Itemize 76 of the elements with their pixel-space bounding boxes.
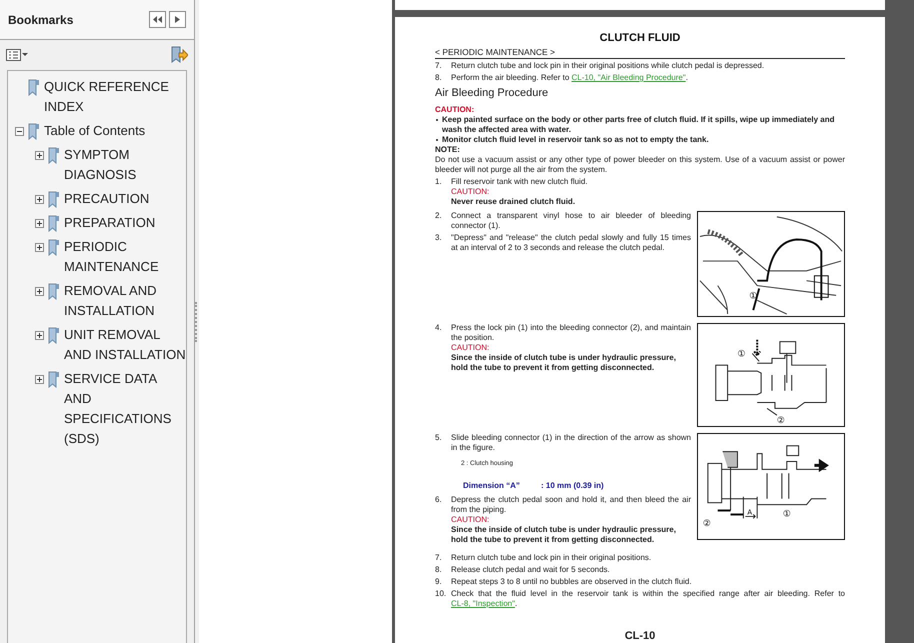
step-text: Fill reservoir tank with new clutch fluid. xyxy=(451,177,588,187)
page-number: CL-10 xyxy=(624,630,656,643)
expander-toggle[interactable] xyxy=(15,127,24,136)
step-text: Connect a transparent vinyl hose to air bleeder of bleeding connector (1). xyxy=(451,211,691,231)
section-heading: Air Bleeding Procedure xyxy=(435,86,550,100)
bookmark-item[interactable]: PRECAUTION xyxy=(64,189,150,209)
caution-text: Since the inside of clutch tube is under hydraulic pressure, hold the tube to prevent it from getting disconnected. xyxy=(451,353,677,373)
step-text: Repeat steps 3 to 8 until no bubbles are observed in the clutch fluid. xyxy=(451,577,693,587)
bookmark-item[interactable]: PREPARATION xyxy=(64,213,156,233)
step-text: Return clutch tube and lock pin in their original positions. xyxy=(451,553,652,563)
step-text: Release clutch pedal and wait for 5 seconds. xyxy=(451,565,611,575)
step-text: Slide bleeding connector (1) in the direction of the arrow as shown in the figure. xyxy=(451,433,691,453)
step-number: 7. xyxy=(435,553,443,563)
step-text: Perform the air bleeding. Refer to CL-10, "Air Bleeding Procedure". xyxy=(451,73,689,83)
expander-toggle[interactable] xyxy=(35,243,44,252)
bookmark-search-icon[interactable] xyxy=(170,46,188,64)
step-number: 1. xyxy=(435,177,443,188)
step-number: 8. xyxy=(435,73,443,83)
expander-toggle[interactable] xyxy=(35,151,44,160)
expander-toggle[interactable] xyxy=(35,195,44,204)
caution-label: CAUTION: xyxy=(451,515,490,525)
bookmark-item[interactable]: SYMPTOM DIAGNOSIS xyxy=(64,145,186,185)
step-text: "Depress" and "release" the clutch pedal slowly and fully 15 times at an interval of 2 to 3 seconds and release the clutch pedal. xyxy=(451,233,691,253)
step-number: 3. xyxy=(435,233,443,244)
breadcrumb: < PERIODIC MAINTENANCE > xyxy=(435,47,845,59)
page-title: CLUTCH FLUID xyxy=(598,32,682,45)
step-number: 9. xyxy=(435,577,443,587)
step-number: 10. xyxy=(435,589,448,600)
note-label: NOTE: xyxy=(435,145,461,155)
step-number: 6. xyxy=(435,495,443,506)
bookmark-item[interactable]: UNIT REMOVAL AND INSTALLATION xyxy=(64,325,186,365)
caution-label: CAUTION: xyxy=(451,343,490,353)
bookmark-item[interactable]: PERIODIC MAINTENANCE xyxy=(64,237,186,277)
note-text: Do not use a vacuum assist or any other type of power bleeder on this system. Use of a vacuum assist or power bleeder will not purge all the air from the system. xyxy=(435,155,845,175)
collapse-button[interactable] xyxy=(149,11,166,28)
figure-drawing: ① xyxy=(697,211,845,317)
caution-label: CAUTION: xyxy=(451,187,490,197)
options-button[interactable] xyxy=(6,49,28,61)
caution-label: CAUTION: xyxy=(435,105,476,115)
right-arrow-icon xyxy=(175,16,180,23)
step-number: 2. xyxy=(435,211,443,222)
dimension-label: Dimension “A” xyxy=(463,481,521,491)
bookmark-icon xyxy=(48,239,60,256)
expander-toggle[interactable] xyxy=(35,219,44,228)
bookmark-icon xyxy=(48,191,60,208)
expand-button[interactable] xyxy=(169,11,186,28)
bookmark-icon xyxy=(48,371,60,388)
expander-toggle[interactable] xyxy=(35,287,44,296)
step-number: 7. xyxy=(435,61,443,71)
bookmark-item[interactable]: REMOVAL AND INSTALLATION xyxy=(64,281,186,321)
bookmark-icon xyxy=(28,79,40,96)
figure-drawing: ① ② xyxy=(697,323,845,427)
step-text: Return clutch tube and lock pin in their original positions while clutch pedal is depressed. xyxy=(451,61,766,71)
step-number: 5. xyxy=(435,433,443,444)
step-number: 8. xyxy=(435,565,443,575)
bookmark-item[interactable]: SERVICE DATA AND SPECIFICATIONS (SDS) xyxy=(64,369,186,449)
caution-text: Monitor clutch fluid level in reservoir tank so as not to empty the tank. xyxy=(442,135,710,145)
step-number: 4. xyxy=(435,323,443,334)
panel-title: Bookmarks xyxy=(8,12,74,28)
caution-text: Never reuse drained clutch fluid. xyxy=(451,197,576,207)
bookmark-icon xyxy=(48,283,60,300)
bookmark-item[interactable]: QUICK REFERENCE INDEX xyxy=(44,77,186,117)
double-left-arrow-icon xyxy=(153,16,162,23)
step-text: Depress the clutch pedal soon and hold it, and then bleed the air from the piping. xyxy=(451,495,691,515)
expander-toggle[interactable] xyxy=(35,375,44,384)
step-text: Check that the fluid level in the reservoir tank is within the specified range after air bleeding. Refer to CL-8, "Inspection". xyxy=(451,589,845,609)
bookmark-icon xyxy=(48,327,60,344)
caution-text: Since the inside of clutch tube is under hydraulic pressure, hold the tube to prevent it from getting disconnected. xyxy=(451,525,677,545)
bookmark-icon xyxy=(48,147,60,164)
dimension-value: : 10 mm (0.39 in) xyxy=(541,481,604,491)
bookmark-icon xyxy=(28,123,40,140)
expander-toggle[interactable] xyxy=(35,331,44,340)
step-text: Press the lock pin (1) into the bleeding connector (2), and maintain the position. xyxy=(451,323,691,343)
bookmark-item[interactable]: Table of Contents xyxy=(44,121,146,141)
caution-text: Keep painted surface on the body or other parts free of clutch fluid. If it spills, wipe up immediately and wash the affected area with water. xyxy=(442,115,836,135)
bookmark-icon xyxy=(48,215,60,232)
